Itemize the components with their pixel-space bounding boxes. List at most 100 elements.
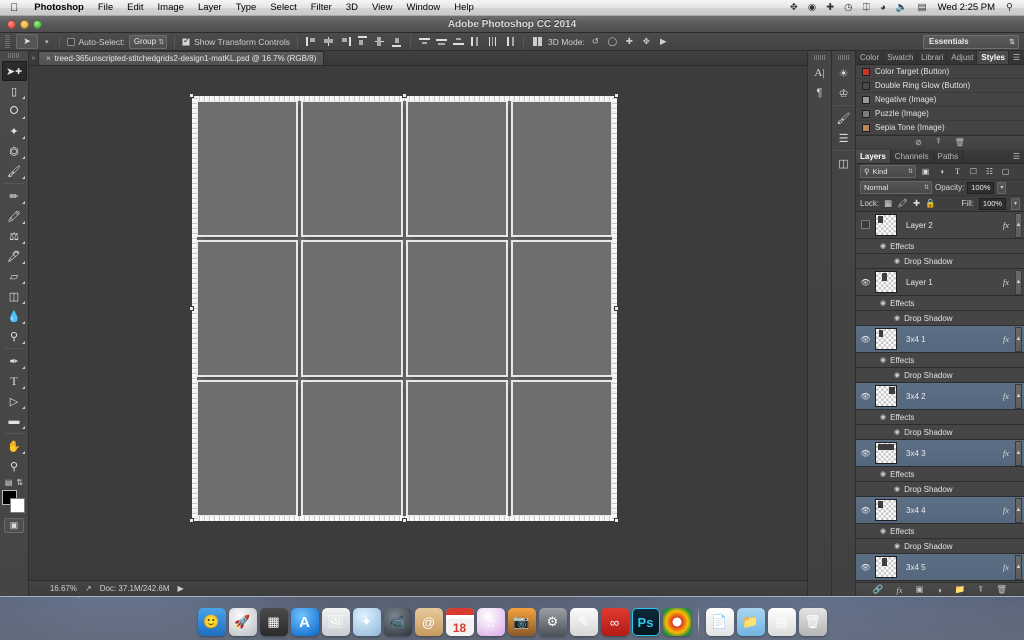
tab-channels[interactable]: Channels: [891, 150, 934, 163]
layer-row[interactable]: 👁 3x4 1 fx ▲: [856, 326, 1024, 353]
style-list-item[interactable]: Double Ring Glow (Button): [856, 79, 1024, 93]
style-list-item[interactable]: Color Target (Button): [856, 65, 1024, 79]
new-style-icon[interactable]: ⍒: [936, 137, 941, 147]
dock-item-contacts[interactable]: @: [414, 608, 443, 636]
add-layer-style-icon[interactable]: fx: [896, 585, 902, 595]
grid-cell[interactable]: [303, 242, 401, 375]
new-layer-icon[interactable]: ⍒: [978, 584, 983, 595]
menu-item-type[interactable]: Type: [229, 0, 264, 16]
default-colors-icon[interactable]: ▤: [5, 478, 13, 487]
layer-visibility-eye-icon[interactable]: 👁: [859, 278, 872, 287]
filter-type-icon[interactable]: T: [951, 165, 964, 178]
effects-visibility-eye-icon[interactable]: ◉: [880, 299, 886, 307]
menu-item-image[interactable]: Image: [151, 0, 191, 16]
layer-name[interactable]: Layer 1: [900, 278, 1000, 287]
layer-fx-badge[interactable]: fx: [1003, 448, 1012, 458]
tab-styles[interactable]: Styles: [977, 51, 1009, 64]
layer-visibility-eye-icon[interactable]: 👁: [859, 449, 872, 458]
grid-cell[interactable]: [408, 382, 506, 515]
layer-effects-row[interactable]: ◉Effects: [856, 581, 1024, 582]
grid-cell[interactable]: [513, 242, 611, 375]
fill-field[interactable]: 100%: [979, 197, 1006, 210]
lock-image-pixels-icon[interactable]: 🖍: [897, 198, 908, 209]
dock-item-trash[interactable]: 🗑: [798, 608, 827, 636]
layer-row[interactable]: 👁 3x4 3 fx ▲: [856, 440, 1024, 467]
add-layer-mask-icon[interactable]: ▣: [916, 584, 924, 595]
distribute-bottom-edges-button[interactable]: [452, 35, 465, 48]
dock-item-launchpad[interactable]: 🚀: [228, 608, 257, 636]
layer-fx-badge[interactable]: fx: [1003, 505, 1012, 515]
lasso-tool[interactable]: ⭘: [2, 101, 27, 121]
layer-name[interactable]: Layer 2: [900, 221, 1000, 230]
styles-panel-icon[interactable]: ♔: [834, 83, 854, 103]
drop-shadow-visibility-eye-icon[interactable]: ◉: [894, 542, 900, 550]
wifi-icon[interactable]: ◕: [875, 0, 891, 16]
dodge-tool[interactable]: ⚲: [2, 326, 27, 346]
layer-row[interactable]: 👁 3x4 5 fx ▲: [856, 554, 1024, 581]
layer-effects-row[interactable]: ◉Effects: [856, 467, 1024, 482]
layer-effect-drop-shadow-row[interactable]: ◉ Drop Shadow: [856, 368, 1024, 383]
layer-effects-row[interactable]: ◉Effects: [856, 296, 1024, 311]
gradient-tool[interactable]: ◫: [2, 286, 27, 306]
styles-panel-menu-icon[interactable]: ☰: [1009, 51, 1024, 64]
transform-handle[interactable]: [614, 305, 619, 311]
align-left-edges-button[interactable]: [305, 35, 318, 48]
timemachine-icon[interactable]: ◷: [839, 0, 857, 16]
layer-effects-collapse-toggle[interactable]: ▲: [1015, 326, 1022, 352]
grid-cell[interactable]: [513, 102, 611, 235]
layer-filter-kind-select[interactable]: ⚲ Kind: [860, 165, 916, 178]
distribute-vertical-centers-button[interactable]: [435, 35, 448, 48]
layer-name[interactable]: 3x4 3: [900, 449, 1000, 458]
scale-3d-camera-icon[interactable]: ▶: [657, 35, 670, 48]
styles-list[interactable]: Color Target (Button) Double Ring Glow (B…: [856, 65, 1024, 135]
dock-item-system-preferences[interactable]: ⚙: [538, 608, 567, 636]
bluetooth-icon[interactable]: ⎅: [857, 0, 875, 16]
canvas-viewport[interactable]: [29, 66, 807, 580]
filter-shape-icon[interactable]: ☐: [967, 165, 980, 178]
distribute-right-edges-button[interactable]: [503, 35, 516, 48]
layer-thumbnail[interactable]: [875, 499, 897, 521]
layer-row[interactable]: 👁 3x4 2 fx ▲: [856, 383, 1024, 410]
horizontal-type-tool[interactable]: T: [2, 371, 27, 391]
close-tab-icon[interactable]: ×: [46, 54, 51, 63]
layer-visibility-eye-icon[interactable]: 👁: [859, 506, 872, 515]
transform-handle[interactable]: [401, 93, 407, 98]
layer-row[interactable]: Layer 2 fx ▲: [856, 212, 1024, 239]
tab-layers[interactable]: Layers: [856, 150, 891, 163]
layer-effects-collapse-toggle[interactable]: ▲: [1015, 497, 1022, 523]
menu-item-view[interactable]: View: [365, 0, 399, 16]
menu-item-help[interactable]: Help: [447, 0, 481, 16]
auto-select-checkbox[interactable]: [66, 37, 75, 46]
tab-swatches[interactable]: Swatch: [883, 51, 918, 64]
layer-effects-row[interactable]: ◉Effects: [856, 353, 1024, 368]
grid-cell[interactable]: [198, 102, 296, 235]
layer-effects-collapse-toggle[interactable]: ▲: [1015, 269, 1022, 295]
layer-name[interactable]: 3x4 5: [900, 563, 1000, 572]
document-tab[interactable]: × treed-365unscripted-stitchedgrids2-des…: [38, 51, 325, 65]
style-list-item[interactable]: Negative (Image): [856, 93, 1024, 107]
volume-icon[interactable]: 🔈: [891, 0, 913, 16]
style-list-item[interactable]: Sepia Tone (Image): [856, 121, 1024, 135]
slide-3d-icon[interactable]: ✥: [640, 35, 653, 48]
hand-tool[interactable]: ✋: [2, 436, 27, 456]
quick-selection-tool[interactable]: ✦: [2, 121, 27, 141]
layer-name[interactable]: 3x4 2: [900, 392, 1000, 401]
minidock-2-grip[interactable]: [838, 55, 849, 60]
brush-tool[interactable]: 🖍: [2, 206, 27, 226]
quick-mask-mode-icon[interactable]: ▣: [4, 518, 24, 533]
roll-3d-icon[interactable]: ◯: [606, 35, 619, 48]
menu-item-select[interactable]: Select: [263, 0, 303, 16]
3d-axis-widget-icon[interactable]: [531, 35, 544, 48]
grid-cell[interactable]: [303, 382, 401, 515]
artboard[interactable]: [189, 93, 619, 523]
dock-item-preview[interactable]: 🖼: [321, 608, 350, 636]
clone-stamp-tool[interactable]: ⚖: [2, 226, 27, 246]
layer-fx-badge[interactable]: fx: [1003, 391, 1012, 401]
eraser-tool[interactable]: ▱: [2, 266, 27, 286]
link-layers-icon[interactable]: 🔗: [873, 584, 884, 595]
layer-effects-row[interactable]: ◉Effects: [856, 524, 1024, 539]
rectangle-tool[interactable]: ▬: [2, 411, 27, 431]
3d-panel-icon[interactable]: ◫: [834, 153, 854, 173]
tab-color[interactable]: Color: [856, 51, 884, 64]
dock-item-creative-cloud[interactable]: ∞: [600, 608, 629, 636]
